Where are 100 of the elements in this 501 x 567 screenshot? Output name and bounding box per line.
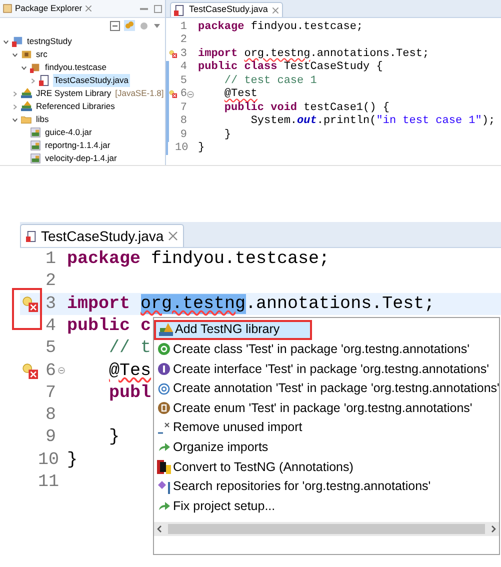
java-file-icon <box>39 75 50 86</box>
line-number: 8 <box>44 404 56 428</box>
library-icon <box>21 101 32 112</box>
code-line: // test case 1 <box>223 74 317 88</box>
line-number: 6 <box>179 87 187 102</box>
chevron-right-icon[interactable] <box>30 78 36 84</box>
code-line: public void testCase1() { <box>223 100 390 115</box>
jar-icon <box>30 140 41 151</box>
code-line: } <box>223 128 232 142</box>
quick-fix-item[interactable]: Create interface 'Test' in package 'org.testng.annotations' <box>154 359 499 379</box>
quick-fix-item[interactable]: Remove unused import <box>154 418 499 438</box>
line-number: 9 <box>44 426 56 450</box>
gutter-highlight-frame <box>12 288 42 330</box>
line-number: 7 <box>44 382 56 405</box>
code-line: @Test <box>223 87 258 102</box>
line-number: 4 <box>44 314 56 338</box>
quick-fix-item[interactable]: Fix project setup... <box>154 496 499 516</box>
line-number: 5 <box>179 74 187 88</box>
chevron-down-icon[interactable] <box>20 64 26 70</box>
folder-icon <box>21 114 32 125</box>
enum-icon <box>157 401 171 416</box>
error-lightbulb-icon[interactable] <box>169 89 177 100</box>
tree-item[interactable]: velocity-dep-1.4.jar <box>44 152 118 165</box>
tree-item[interactable]: JRE System Library <box>35 87 112 100</box>
view-menu-icon[interactable] <box>153 22 161 30</box>
close-icon[interactable] <box>168 231 178 241</box>
fold-icon[interactable] <box>58 367 64 374</box>
testng-icon <box>157 460 171 474</box>
line-number: 7 <box>179 100 187 116</box>
chevron-right-icon[interactable] <box>12 90 18 96</box>
library-icon <box>159 322 173 337</box>
error-lightbulb-icon[interactable] <box>22 362 38 379</box>
line-number: 3 <box>44 292 56 316</box>
close-icon[interactable] <box>272 6 279 14</box>
filter-icon[interactable] <box>139 20 149 30</box>
code-line: } <box>67 448 78 472</box>
jar-icon <box>30 127 41 138</box>
error-lightbulb-icon[interactable] <box>169 48 177 59</box>
editor-tab-label: TestCaseStudy.java <box>41 226 164 246</box>
fold-icon[interactable] <box>187 90 194 98</box>
code-line: @Tes <box>108 360 152 383</box>
line-number: 9 <box>179 128 187 142</box>
package-icon <box>30 62 41 73</box>
code-line: public class TestCaseStudy { <box>198 60 383 75</box>
code-line: package findyou.testcase; <box>67 248 330 272</box>
project-icon <box>12 36 23 47</box>
jar-icon <box>30 153 41 164</box>
code-line: package findyou.testcase; <box>198 20 364 34</box>
error-lightbulb-icon[interactable] <box>22 296 38 312</box>
line-number: 3 <box>179 46 187 62</box>
code-line: import org.testng.annotations.Test; <box>67 292 435 316</box>
horizontal-scrollbar[interactable] <box>154 522 499 536</box>
quick-fix-item[interactable]: Organize imports <box>154 438 499 458</box>
code-line: publ <box>108 382 152 405</box>
quick-fix-item[interactable]: Create enum 'Test' in package 'org.testng.annotations' <box>154 398 499 418</box>
remove-import-icon <box>157 420 171 435</box>
close-icon[interactable] <box>85 5 92 12</box>
collapse-all-icon[interactable] <box>110 20 120 30</box>
chevron-down-icon[interactable] <box>2 38 8 44</box>
java-file-icon <box>174 4 185 16</box>
chevron-down-icon[interactable] <box>12 116 18 122</box>
line-number: 6 <box>44 360 56 383</box>
tree-item[interactable]: testngStudy <box>26 35 73 48</box>
code-line: public c <box>67 314 152 338</box>
tree-item[interactable]: guice-4.0.jar <box>44 126 93 139</box>
tree-item[interactable]: TestCaseStudy.java <box>53 74 130 87</box>
quick-fix-item[interactable]: Create annotation 'Test' in package 'org.testng.annotations' <box>154 378 499 398</box>
annotation-icon <box>157 382 171 396</box>
tree-item[interactable]: src <box>35 48 48 61</box>
line-number: 11 <box>36 471 59 494</box>
tree-item[interactable]: reportng-1.1.4.jar <box>44 139 112 152</box>
package-explorer-icon <box>3 4 12 13</box>
tree-item-decoration: [JavaSE-1.8] <box>115 87 164 100</box>
quick-fix-item[interactable]: Add TestNG library <box>154 320 312 340</box>
line-number: 1 <box>44 248 56 272</box>
quick-fix-item[interactable]: Create class 'Test' in package 'org.testng.annotations' <box>154 340 499 360</box>
editor-tab-label: TestCaseStudy.java <box>189 3 268 16</box>
code-line: } <box>108 426 120 450</box>
editor-tab[interactable]: TestCaseStudy.java <box>20 224 184 247</box>
line-number: 2 <box>44 270 56 294</box>
line-number: 1 <box>179 20 187 34</box>
class-icon <box>157 342 171 356</box>
maximize-icon[interactable] <box>154 4 162 12</box>
line-number: 2 <box>179 33 187 48</box>
chevron-right-icon[interactable] <box>12 104 18 110</box>
library-icon <box>21 88 32 99</box>
code-line: System.out.println("in test case 1"); <box>250 114 496 129</box>
tree-item[interactable]: libs <box>35 113 50 126</box>
tree-item[interactable]: findyou.testcase <box>44 61 108 74</box>
repository-search-icon <box>157 480 171 494</box>
code-line: // t <box>108 337 152 360</box>
editor-tab[interactable]: TestCaseStudy.java <box>170 2 283 17</box>
line-number: 8 <box>179 114 187 129</box>
quick-fix-item[interactable]: Search repositories for 'org.testng.annotations' <box>154 476 499 496</box>
java-file-icon <box>26 230 37 242</box>
chevron-down-icon[interactable] <box>12 52 18 58</box>
quick-fix-item[interactable]: Convert to TestNG (Annotations) <box>154 457 499 477</box>
code-line: } <box>198 141 205 156</box>
tree-item[interactable]: Referenced Libraries <box>35 100 116 113</box>
line-number: 10 <box>175 141 188 156</box>
